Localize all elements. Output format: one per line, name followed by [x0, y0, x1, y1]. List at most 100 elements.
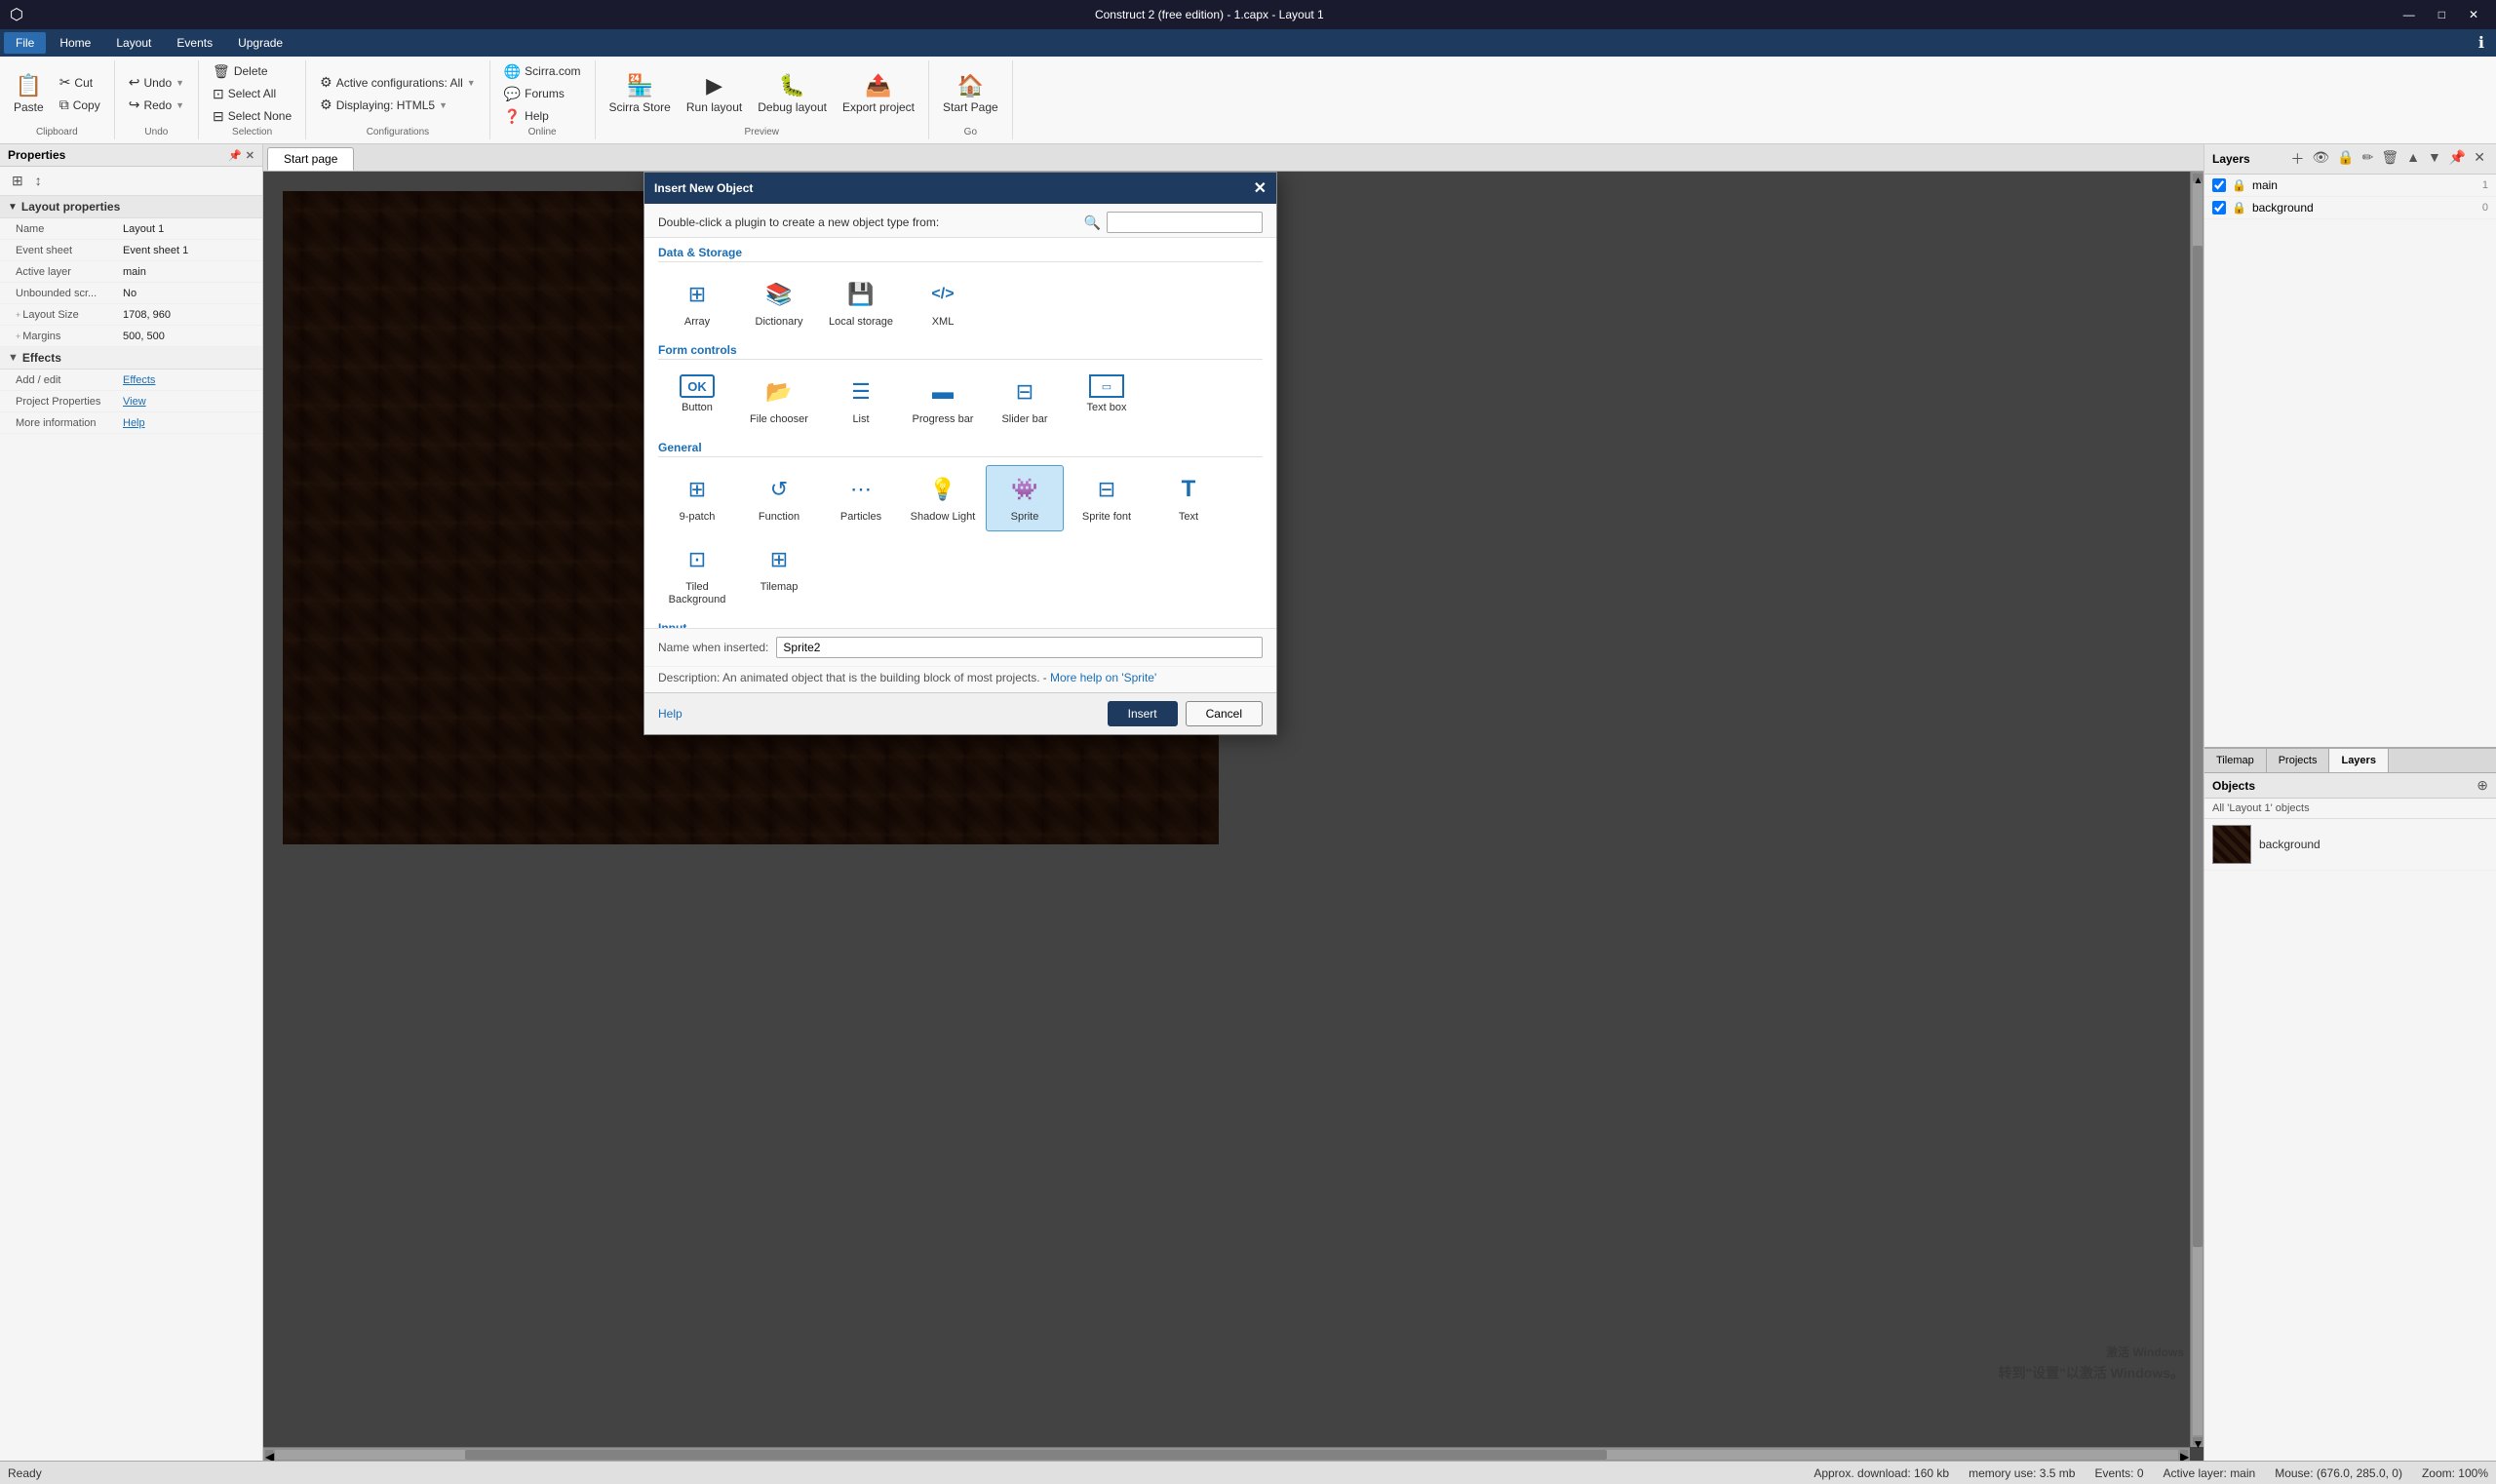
plugin-xml[interactable]: </> XML — [904, 270, 982, 335]
properties-close-button[interactable]: ✕ — [246, 149, 254, 162]
plugin-list[interactable]: ☰ List — [822, 368, 900, 433]
layers-delete-btn[interactable]: 🗑 — [2378, 148, 2401, 170]
effects-link[interactable]: Effects — [123, 374, 155, 386]
button-icon: OK — [680, 374, 715, 398]
plugin-tiled-background[interactable]: ⊡ Tiled Background — [658, 535, 736, 613]
help-button[interactable]: ❓ Help — [498, 106, 587, 127]
layers-lock-btn[interactable]: 🔒 — [2334, 148, 2357, 170]
plugin-text[interactable]: T Text — [1150, 465, 1228, 530]
data-storage-grid: ⊞ Array 📚 Dictionary 💾 Local storage — [658, 270, 1263, 335]
dictionary-icon: 📚 — [761, 277, 797, 312]
undo-button[interactable]: ↩ Undo ▼ — [123, 72, 190, 93]
plugin-function[interactable]: ↺ Function — [740, 465, 818, 530]
prop-alpha-view-btn[interactable]: ↕ — [31, 171, 46, 191]
paste-button[interactable]: 📋 Paste — [8, 69, 50, 118]
layout-size-expand[interactable]: + — [16, 310, 20, 320]
properties-pin-button[interactable]: 📌 — [228, 149, 242, 162]
menu-item-file[interactable]: File — [4, 32, 46, 54]
run-layout-button[interactable]: ▶ Run layout — [681, 69, 748, 118]
layer-background-checkbox[interactable] — [2212, 201, 2226, 215]
margins-expand[interactable]: + — [16, 332, 20, 341]
forums-button[interactable]: 💬 Forums — [498, 84, 587, 104]
plugin-tilemap[interactable]: ⊞ Tilemap — [740, 535, 818, 613]
plugin-sprite[interactable]: 👾 Sprite — [986, 465, 1064, 530]
plugin-shadow-light[interactable]: 💡 Shadow Light — [904, 465, 982, 530]
export-project-button[interactable]: 📤 Export project — [837, 69, 920, 118]
menu-item-home[interactable]: Home — [48, 32, 102, 54]
plugin-progress-bar[interactable]: ▬ Progress bar — [904, 368, 982, 433]
name-input[interactable] — [776, 637, 1263, 658]
layer-background-row[interactable]: 🔒 background 0 — [2204, 197, 2496, 219]
layers-visibility-btn[interactable]: 👁 — [2309, 148, 2332, 170]
dialog-close-button[interactable]: ✕ — [1254, 178, 1267, 198]
dialog-content[interactable]: Data & Storage ⊞ Array 📚 Dictionary — [644, 238, 1276, 628]
scirra-button[interactable]: 🌐 Scirra.com — [498, 61, 587, 82]
select-none-button[interactable]: ⊟ Select None — [207, 106, 297, 127]
help-link[interactable]: Help — [123, 417, 145, 429]
copy-button[interactable]: ⧉ Copy — [54, 95, 106, 115]
tab-start-page[interactable]: Start page — [267, 147, 354, 171]
title-bar: ⬡ Construct 2 (free edition) - 1.capx - … — [0, 0, 2496, 29]
maximize-button[interactable]: □ — [2431, 6, 2453, 23]
displaying-button[interactable]: ⚙ Displaying: HTML5 ▼ — [314, 95, 482, 115]
plugin-text-box[interactable]: ▭ Text box — [1068, 368, 1146, 433]
plugin-file-chooser[interactable]: 📂 File chooser — [740, 368, 818, 433]
minimize-button[interactable]: — — [2396, 6, 2423, 23]
scirra-icon: 🌐 — [504, 63, 521, 80]
tab-projects[interactable]: Projects — [2267, 749, 2330, 772]
plugin-slider-bar[interactable]: ⊟ Slider bar — [986, 368, 1064, 433]
layer-main-name: main — [2252, 178, 2463, 192]
dialog-btn-group: Insert Cancel — [1108, 701, 1263, 726]
layers-up-btn[interactable]: ▲ — [2403, 148, 2423, 170]
close-button[interactable]: ✕ — [2461, 6, 2486, 23]
plugin-9patch[interactable]: ⊞ 9-patch — [658, 465, 736, 530]
view-link[interactable]: View — [123, 396, 146, 408]
cancel-button[interactable]: Cancel — [1186, 701, 1263, 726]
dialog-desc-row: Description: An animated object that is … — [644, 666, 1276, 692]
dialog-search-input[interactable] — [1107, 212, 1263, 233]
menu-item-events[interactable]: Events — [165, 32, 224, 54]
plugin-button[interactable]: OK Button — [658, 368, 736, 433]
file-chooser-label: File chooser — [750, 413, 808, 426]
redo-button[interactable]: ↪ Redo ▼ — [123, 95, 190, 115]
canvas-viewport[interactable]: ◀ ▶ ▲ ▼ Insert New Object ✕ — [263, 172, 2204, 1461]
dialog-help-link[interactable]: Help — [658, 707, 682, 721]
scirra-store-button[interactable]: 🏪 Scirra Store — [604, 69, 677, 118]
layers-close-btn[interactable]: ✕ — [2471, 148, 2488, 170]
layers-add-btn[interactable]: ＋ — [2287, 148, 2307, 170]
cut-button[interactable]: ✂ Cut — [54, 72, 106, 93]
layers-pin-btn[interactable]: 📌 — [2446, 148, 2469, 170]
tab-layers[interactable]: Layers — [2329, 749, 2388, 772]
plugin-particles[interactable]: ⋯ Particles — [822, 465, 900, 530]
plugin-local-storage[interactable]: 💾 Local storage — [822, 270, 900, 335]
prop-category-view-btn[interactable]: ⊞ — [8, 171, 27, 191]
prop-layout-size-row: + Layout Size 1708, 960 — [0, 304, 262, 326]
xml-label: XML — [932, 316, 955, 329]
debug-layout-icon: 🐛 — [779, 73, 805, 98]
menu-item-upgrade[interactable]: Upgrade — [226, 32, 294, 54]
plugin-dictionary[interactable]: 📚 Dictionary — [740, 270, 818, 335]
layer-main-checkbox[interactable] — [2212, 178, 2226, 192]
help-info-btn[interactable]: ℹ — [2478, 33, 2484, 53]
description-label: Description: — [658, 671, 722, 684]
description-help-link[interactable]: More help on 'Sprite' — [1050, 671, 1156, 684]
menu-item-layout[interactable]: Layout — [104, 32, 163, 54]
objects-search-btn[interactable]: ⊕ — [2476, 777, 2488, 794]
debug-layout-button[interactable]: 🐛 Debug layout — [752, 69, 833, 118]
object-item-background[interactable]: background — [2204, 819, 2496, 871]
insert-button[interactable]: Insert — [1108, 701, 1178, 726]
select-all-button[interactable]: ⊡ Select All — [207, 84, 297, 104]
text-label: Text — [1179, 511, 1198, 524]
delete-button[interactable]: 🗑 Delete — [207, 61, 297, 82]
plugin-array[interactable]: ⊞ Array — [658, 270, 736, 335]
effects-section-header[interactable]: ▼ Effects — [0, 347, 262, 370]
tab-tilemap[interactable]: Tilemap — [2204, 749, 2267, 772]
layout-properties-header[interactable]: ▼ Layout properties — [0, 196, 262, 218]
start-page-button[interactable]: 🏠 Start Page — [937, 69, 1004, 118]
plugin-sprite-font[interactable]: ⊟ Sprite font — [1068, 465, 1146, 530]
layer-main-row[interactable]: 🔒 main 1 — [2204, 175, 2496, 197]
dialog-search-icon: 🔍 — [1084, 215, 1101, 231]
layers-down-btn[interactable]: ▼ — [2425, 148, 2444, 170]
layers-edit-btn[interactable]: ✏ — [2360, 148, 2377, 170]
active-config-button[interactable]: ⚙ Active configurations: All ▼ — [314, 72, 482, 93]
